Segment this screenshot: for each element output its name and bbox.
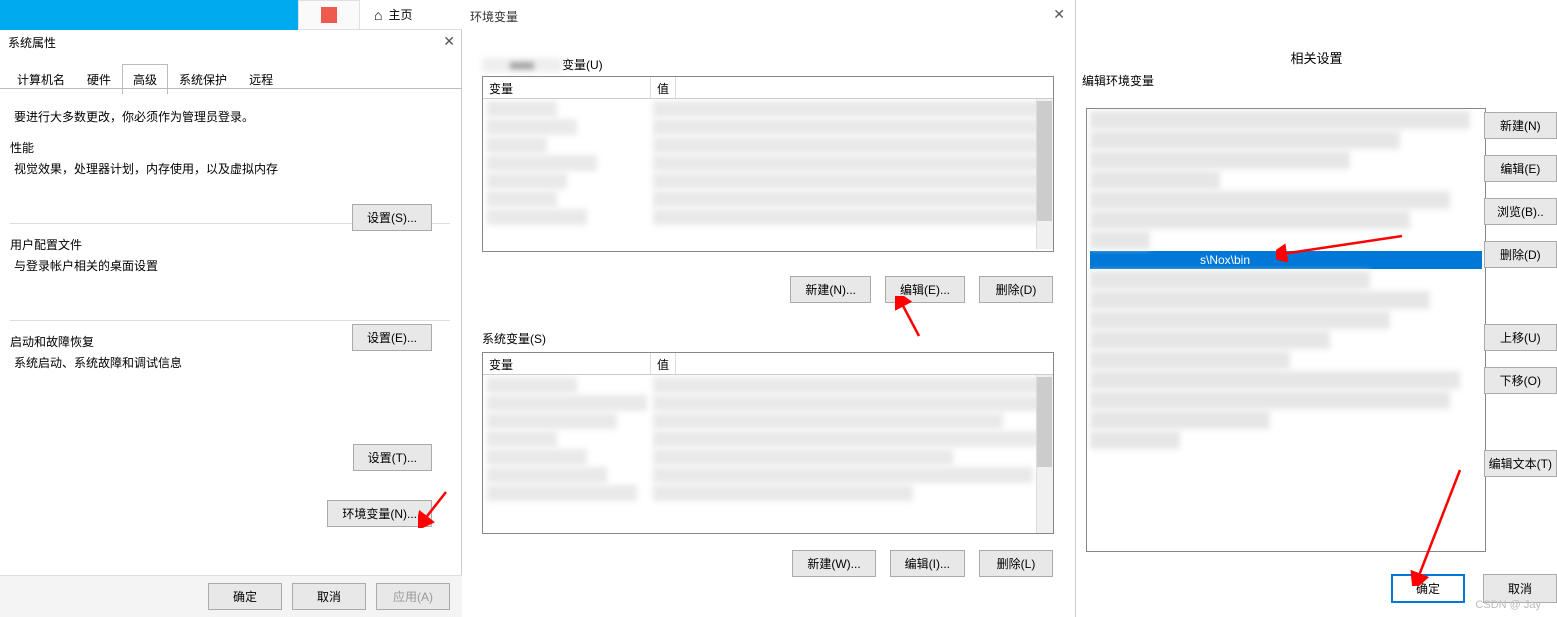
edit-env-title: 编辑环境变量	[1082, 72, 1154, 89]
new-user-var-button[interactable]: 新建(N)...	[790, 276, 871, 303]
system-properties-dialog: ⌂ 主页 系统属性 ✕ 计算机名 硬件 高级 系统保护 远程 要进行大多数更改，…	[0, 0, 462, 617]
tab-system-protection[interactable]: 系统保护	[168, 64, 238, 94]
startup-desc: 系统启动、系统故障和调试信息	[14, 354, 450, 371]
tab-remote[interactable]: 远程	[238, 64, 284, 94]
environment-variables-button[interactable]: 环境变量(N)...	[327, 500, 432, 527]
scrollbar[interactable]	[1036, 99, 1053, 249]
env-dialog-title: 环境变量	[470, 8, 518, 25]
new-sys-var-button[interactable]: 新建(W)...	[792, 550, 875, 577]
ok-button[interactable]: 确定	[208, 583, 282, 610]
column-value: 值	[651, 77, 676, 98]
delete-path-button[interactable]: 删除(D)	[1484, 241, 1557, 268]
path-list[interactable]: s\Nox\bin	[1086, 108, 1486, 552]
settings-profiles-button[interactable]: 设置(E)...	[352, 324, 432, 351]
app-titlebar	[0, 0, 298, 30]
cancel-button[interactable]: 取消	[292, 583, 366, 610]
tab-computer-name[interactable]: 计算机名	[6, 64, 76, 94]
tab-advanced[interactable]: 高级	[122, 64, 168, 94]
watermark: CSDN @ Jay	[1475, 599, 1541, 611]
delete-user-var-button[interactable]: 删除(D)	[979, 276, 1053, 303]
scrollbar[interactable]	[1036, 375, 1053, 533]
settings-performance-button[interactable]: 设置(S)...	[352, 204, 432, 231]
red-app-icon	[298, 0, 360, 30]
move-down-button[interactable]: 下移(O)	[1484, 367, 1557, 394]
dialog-footer: 确定 取消 应用(A)	[0, 575, 462, 617]
app-toolbar: ⌂ 主页	[298, 0, 462, 30]
edit-path-button[interactable]: 编辑(E)	[1484, 155, 1557, 182]
admin-notice: 要进行大多数更改，你必须作为管理员登录。	[14, 108, 446, 125]
tab-hardware[interactable]: 硬件	[76, 64, 122, 94]
edit-text-button[interactable]: 编辑文本(T)	[1484, 450, 1557, 477]
delete-sys-var-button[interactable]: 删除(L)	[979, 550, 1053, 577]
edit-env-variable-dialog: 相关设置 编辑环境变量 s\Nox\bin 新建(N) 编辑(E) 浏览(B).…	[1076, 0, 1557, 617]
home-icon: ⌂	[374, 7, 382, 23]
apply-button[interactable]: 应用(A)	[376, 583, 450, 610]
new-path-button[interactable]: 新建(N)	[1484, 112, 1557, 139]
column-value: 值	[651, 353, 676, 374]
edit-user-var-button[interactable]: 编辑(E)...	[885, 276, 965, 303]
move-up-button[interactable]: 上移(U)	[1484, 324, 1557, 351]
profiles-group-title: 用户配置文件	[10, 236, 450, 253]
close-icon[interactable]: ✕	[1053, 6, 1065, 23]
ok-button[interactable]: 确定	[1391, 574, 1465, 603]
home-button[interactable]: ⌂ 主页	[360, 0, 426, 30]
column-variable: 变量	[483, 77, 651, 98]
profiles-desc: 与登录帐户相关的桌面设置	[14, 257, 450, 274]
related-settings-header: 相关设置	[1076, 48, 1557, 67]
path-row-selected[interactable]: s\Nox\bin	[1090, 251, 1482, 269]
edit-sys-var-button[interactable]: 编辑(I)...	[890, 550, 965, 577]
system-vars-label: 系统变量(S)	[482, 330, 546, 347]
dialog-title: 系统属性	[0, 30, 462, 56]
performance-group-title: 性能	[10, 139, 450, 156]
performance-desc: 视觉效果，处理器计划，内存使用，以及虚拟内存	[14, 160, 450, 177]
home-label: 主页	[388, 6, 412, 23]
user-vars-label: xxxx变量(U)	[482, 56, 603, 73]
column-variable: 变量	[483, 353, 651, 374]
selected-path-text: s\Nox\bin	[1200, 253, 1250, 267]
tab-strip: 计算机名 硬件 高级 系统保护 远程	[6, 64, 284, 94]
user-vars-list[interactable]: 变量 值	[482, 76, 1054, 252]
system-vars-list[interactable]: 变量 值	[482, 352, 1054, 534]
browse-button[interactable]: 浏览(B)..	[1484, 198, 1557, 225]
environment-variables-dialog: 环境变量 ✕ xxxx变量(U) 变量 值 新建(N)... 编辑(E)... …	[462, 0, 1076, 617]
settings-startup-button[interactable]: 设置(T)...	[353, 444, 432, 471]
close-icon[interactable]: ✕	[443, 33, 455, 50]
edit-buttons-column: 新建(N) 编辑(E) 浏览(B).. 删除(D) 上移(U) 下移(O) 编辑…	[1484, 112, 1557, 477]
